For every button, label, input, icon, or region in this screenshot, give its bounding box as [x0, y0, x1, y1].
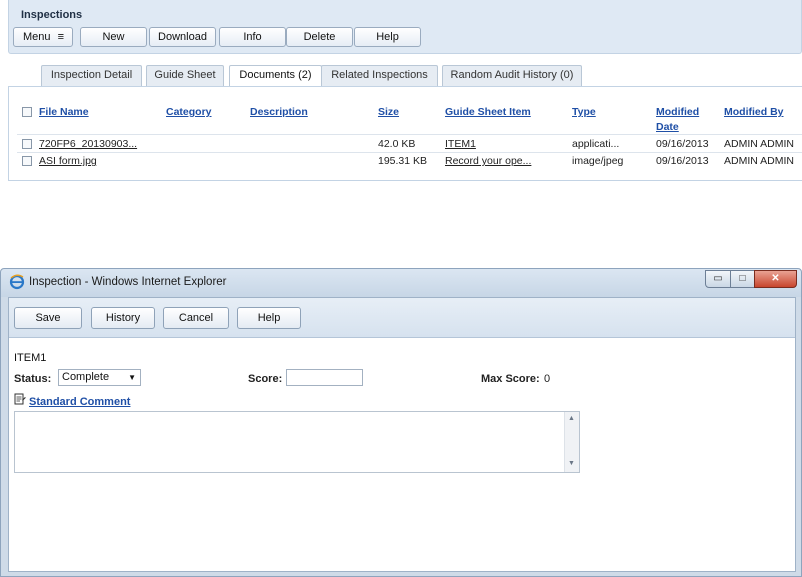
- max-score-label: Max Score:: [481, 373, 540, 385]
- minimize-button[interactable]: ▭: [705, 270, 731, 288]
- score-input[interactable]: [286, 369, 363, 386]
- column-header-category[interactable]: Category: [166, 106, 212, 118]
- file-name-link[interactable]: 720FP6_20130903...: [39, 138, 137, 150]
- dropdown-arrow-icon: ▼: [128, 373, 136, 382]
- inspections-panel: Inspections Menu ≡ New Download Info Del…: [8, 0, 802, 182]
- row-checkbox[interactable]: [22, 156, 32, 166]
- close-icon: ✕: [771, 273, 780, 284]
- new-button[interactable]: New: [80, 27, 147, 47]
- scroll-down-arrow-icon[interactable]: ▼: [568, 460, 575, 467]
- panel-title: Inspections: [21, 9, 83, 21]
- scroll-up-arrow-icon[interactable]: ▲: [568, 415, 575, 422]
- column-header-description[interactable]: Description: [250, 106, 308, 118]
- select-all-checkbox[interactable]: [22, 107, 32, 117]
- status-select[interactable]: Complete ▼: [58, 369, 141, 386]
- modified-by-cell: ADMIN ADMIN: [724, 155, 795, 167]
- size-cell: 42.0 KB: [378, 138, 416, 150]
- comment-scrollbar[interactable]: ▲ ▼: [564, 412, 579, 472]
- row-divider: [17, 152, 802, 153]
- max-score-value: 0: [544, 373, 551, 385]
- tab-documents[interactable]: Documents (2): [229, 65, 322, 87]
- column-header-modified-date-line1: Modified: [656, 106, 700, 118]
- help-button[interactable]: Help: [354, 27, 421, 47]
- inspection-dialog-window: Inspection - Windows Internet Explorer ▭…: [0, 268, 802, 577]
- tab-inspection-detail[interactable]: Inspection Detail: [41, 65, 142, 86]
- score-label: Score:: [248, 373, 283, 385]
- menu-button-label: Menu: [23, 31, 51, 43]
- inspections-header: Inspections Menu ≡ New Download Info Del…: [8, 0, 802, 54]
- minimize-icon: ▭: [713, 273, 723, 284]
- dialog-content: Save History Cancel Help ITEM1 Status: C…: [8, 297, 796, 572]
- modified-date-cell: 09/16/2013: [656, 138, 709, 150]
- cancel-button[interactable]: Cancel: [163, 307, 229, 329]
- type-cell: image/jpeg: [572, 155, 624, 167]
- tab-random-audit-history[interactable]: Random Audit History (0): [442, 65, 582, 86]
- tab-related-inspections[interactable]: Related Inspections: [321, 65, 438, 86]
- size-cell: 195.31 KB: [378, 155, 428, 167]
- file-name-link[interactable]: ASI form.jpg: [39, 155, 97, 167]
- tab-guide-sheet[interactable]: Guide Sheet: [146, 65, 224, 86]
- guide-sheet-item-link[interactable]: ITEM1: [445, 138, 476, 150]
- window-title: Inspection - Windows Internet Explorer: [29, 276, 227, 288]
- status-label: Status:: [14, 373, 52, 385]
- modified-date-cell: 09/16/2013: [656, 155, 709, 167]
- row-divider: [17, 134, 802, 135]
- comment-textarea[interactable]: [14, 411, 580, 473]
- comment-document-icon: [14, 393, 26, 405]
- help-button[interactable]: Help: [237, 307, 301, 329]
- menu-button[interactable]: Menu ≡: [13, 27, 73, 47]
- column-header-modified-date-line2: Date: [656, 121, 679, 133]
- menu-lines-icon: ≡: [57, 31, 64, 43]
- maximize-button[interactable]: □: [730, 270, 755, 288]
- save-button[interactable]: Save: [14, 307, 82, 329]
- column-header-size[interactable]: Size: [378, 106, 399, 118]
- close-button[interactable]: ✕: [754, 270, 797, 288]
- item-name: ITEM1: [14, 352, 47, 364]
- type-cell: applicati...: [572, 138, 620, 150]
- documents-table: File Name Category Description Size Guid…: [8, 86, 802, 181]
- download-button[interactable]: Download: [149, 27, 216, 47]
- maximize-icon: □: [739, 273, 746, 284]
- column-header-guide-sheet-item[interactable]: Guide Sheet Item: [445, 106, 531, 118]
- dialog-toolbar: Save History Cancel Help: [9, 298, 795, 338]
- column-header-modified-date[interactable]: Modified Date: [656, 106, 699, 133]
- history-button[interactable]: History: [91, 307, 155, 329]
- info-button[interactable]: Info: [219, 27, 286, 47]
- column-header-type[interactable]: Type: [572, 106, 596, 118]
- internet-explorer-icon: [9, 274, 25, 290]
- delete-button[interactable]: Delete: [286, 27, 353, 47]
- modified-by-cell: ADMIN ADMIN: [724, 138, 795, 150]
- guide-sheet-item-link[interactable]: Record your ope...: [445, 155, 531, 167]
- column-header-file-name[interactable]: File Name: [39, 106, 89, 118]
- window-titlebar[interactable]: Inspection - Windows Internet Explorer ▭…: [1, 269, 801, 297]
- standard-comment-link[interactable]: Standard Comment: [29, 396, 130, 408]
- column-header-modified-by[interactable]: Modified By: [724, 106, 784, 118]
- status-selected-value: Complete: [62, 371, 110, 383]
- row-checkbox[interactable]: [22, 139, 32, 149]
